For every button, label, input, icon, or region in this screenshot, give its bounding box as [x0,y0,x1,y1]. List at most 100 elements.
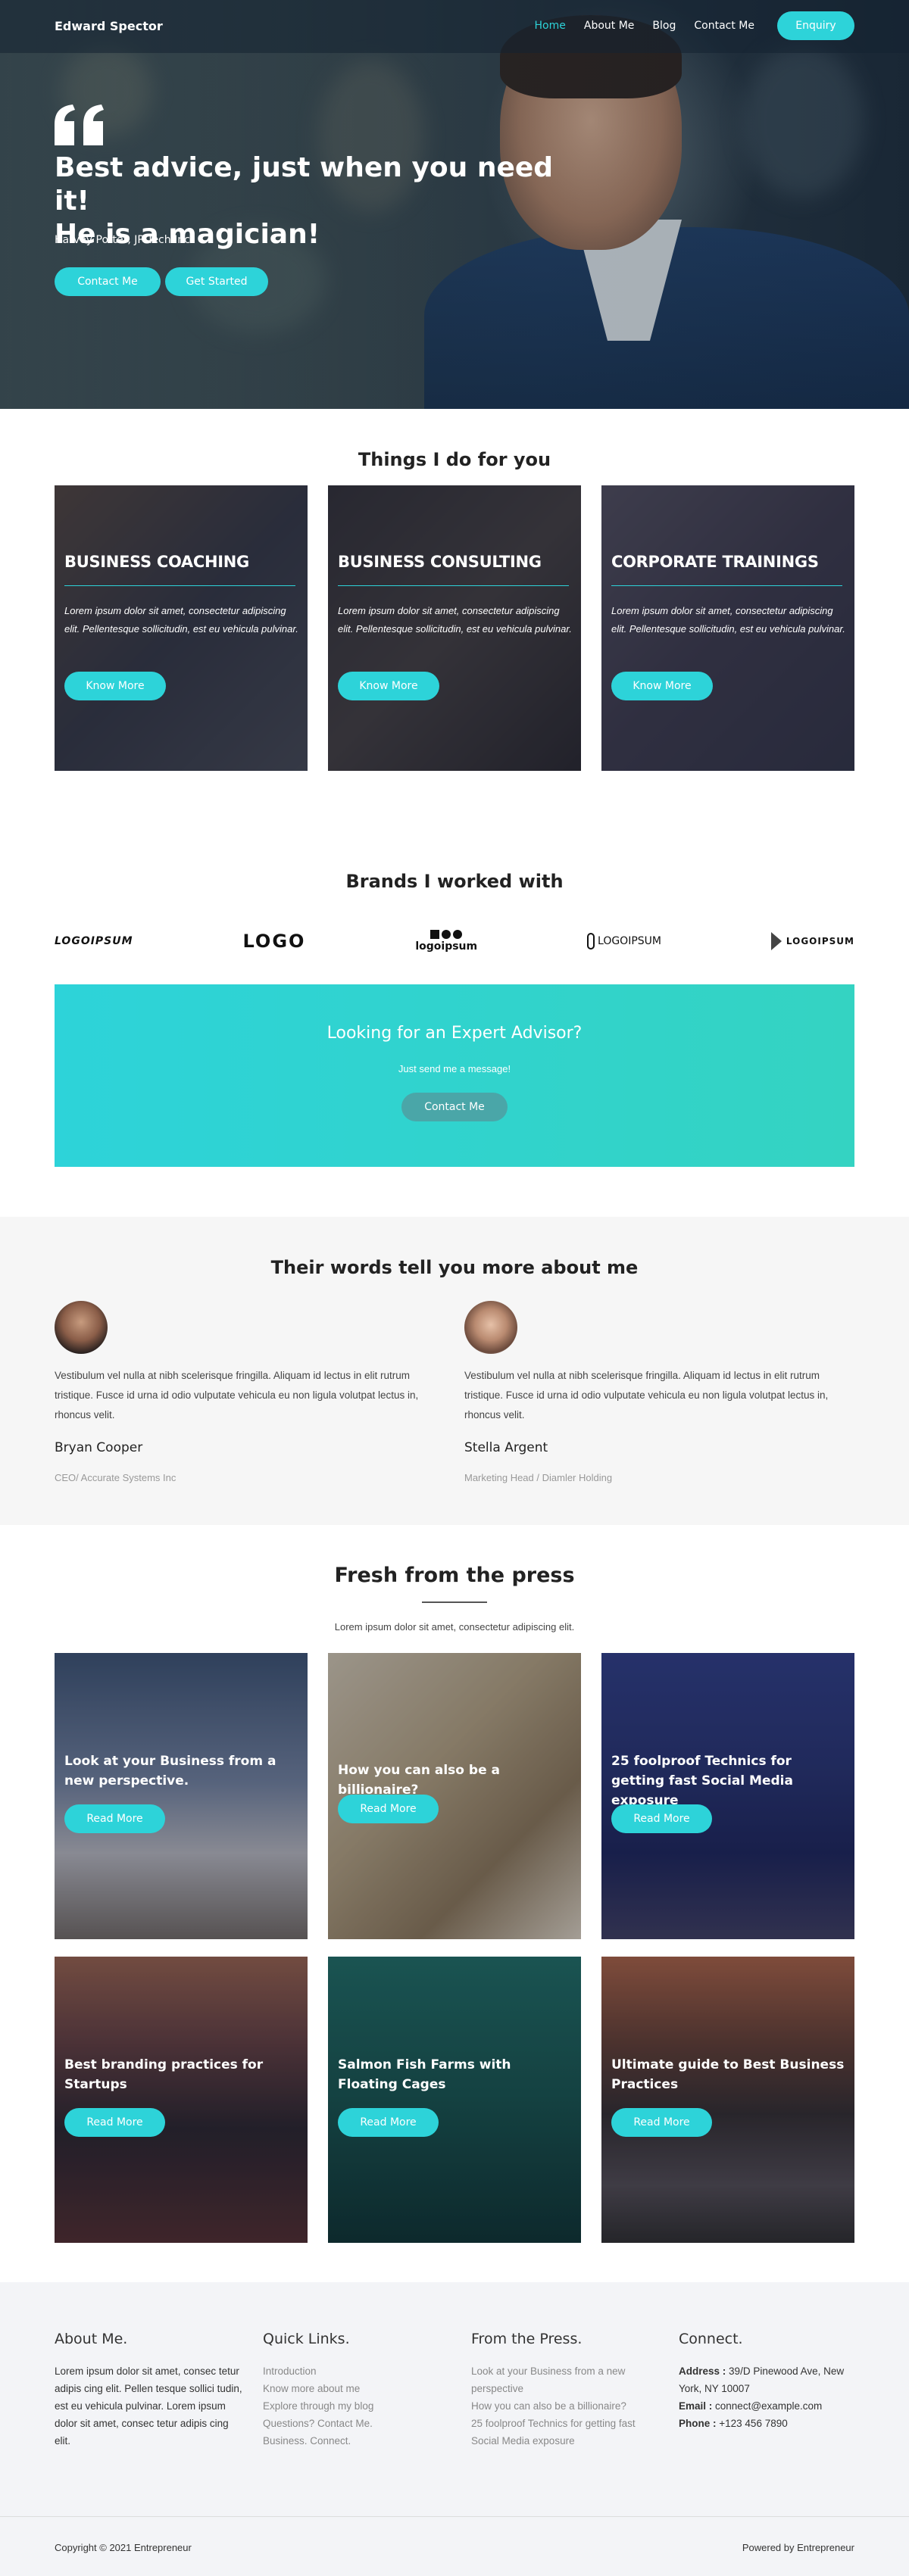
cta-banner: Looking for an Expert Advisor? Just send… [55,984,854,1167]
read-more-button[interactable]: Read More [338,2108,439,2137]
footer-press: From the Press. Look at your Business fr… [471,2331,657,2450]
blog-post-card[interactable]: Salmon Fish Farms with Floating Cages Re… [328,1957,581,2243]
post-title[interactable]: Look at your Business from a new perspec… [64,1751,299,1791]
hero-title-line1: Best advice, just when you need it! [55,152,554,217]
brand-logo: LOGOIPSUM [587,926,661,956]
footer-links-title: Quick Links. [263,2331,350,2347]
main-menu: Home About Me Blog Contact Me Enquiry [517,11,854,40]
footer-about: About Me. Lorem ipsum dolor sit amet, co… [55,2331,244,2450]
press-subtitle: Lorem ipsum dolor sit amet, consectetur … [334,1621,575,1633]
service-card-coaching: BUSINESS COACHING Lorem ipsum dolor sit … [55,485,308,771]
know-more-button[interactable]: Know More [338,672,439,700]
avatar [55,1301,108,1354]
service-title: BUSINESS CONSULTING [338,553,542,571]
brand-logo: LOGOIPSUM [55,935,133,947]
footer-link[interactable]: Introduction [263,2362,460,2380]
read-more-button[interactable]: Read More [611,2108,712,2137]
service-text: Lorem ipsum dolor sit amet, consectetur … [611,605,845,635]
footer-press-link[interactable]: How you can also be a billionaire? [471,2397,657,2415]
know-more-button[interactable]: Know More [64,672,166,700]
testimonials-title: Their words tell you more about me [270,1257,639,1278]
footer-press-title: From the Press. [471,2331,583,2347]
post-overlay [55,1957,308,2243]
copyright: Copyright © 2021 Entrepreneur [55,2542,192,2553]
service-divider [338,585,569,586]
post-title[interactable]: Ultimate guide to Best Business Practice… [611,2055,846,2094]
services-title: Things I do for you [358,449,551,470]
blog-post-card[interactable]: Best branding practices for Startups Rea… [55,1957,308,2243]
testimonial-role: CEO/ Accurate Systems Inc [55,1472,176,1483]
service-title: CORPORATE TRAININGS [611,553,819,571]
service-text: Lorem ipsum dolor sit amet, consectetur … [64,605,298,635]
footer-link[interactable]: Know more about me [263,2380,460,2397]
footer-connect-title: Connect. [679,2331,743,2347]
service-divider [64,585,295,586]
enquiry-button[interactable]: Enquiry [777,11,854,40]
read-more-button[interactable]: Read More [338,1795,439,1823]
brand-logo: LOGOIPSUM [770,926,854,956]
brands-title: Brands I worked with [345,871,564,892]
footer-email[interactable]: Email : connect@example.com [679,2397,861,2415]
footer-phone[interactable]: Phone : +123 456 7890 [679,2415,861,2432]
cta-subtitle: Just send me a message! [398,1063,511,1074]
service-divider [611,585,842,586]
press-title: Fresh from the press [334,1564,575,1587]
brand-logo-text: LOGOIPSUM [786,936,854,947]
blog-post-card[interactable]: Ultimate guide to Best Business Practice… [601,1957,854,2243]
testimonial-role: Marketing Head / Diamler Holding [464,1472,613,1483]
logo-mark-icon [587,933,595,950]
hero-contact-button[interactable]: Contact Me [55,267,161,296]
testimonial-name: Bryan Cooper [55,1440,143,1455]
blog-post-card[interactable]: How you can also be a billionaire? Read … [328,1653,581,1939]
post-title[interactable]: Salmon Fish Farms with Floating Cages [338,2055,573,2094]
cta-contact-button[interactable]: Contact Me [401,1093,508,1121]
footer-divider [0,2516,909,2517]
service-card-trainings: CORPORATE TRAININGS Lorem ipsum dolor si… [601,485,854,771]
testimonial-text: Vestibulum vel nulla at nibh scelerisque… [55,1370,419,1421]
hero-author: Harvey Potter, JP Tech Inc [55,234,190,246]
footer-connect: Connect. Address : 39/D Pinewood Ave, Ne… [679,2331,861,2432]
post-title[interactable]: 25 foolproof Technics for getting fast S… [611,1751,846,1810]
footer-link[interactable]: Explore through my blog [263,2397,460,2415]
top-navbar: Edward Spector Home About Me Blog Contac… [0,0,909,53]
read-more-button[interactable]: Read More [611,1804,712,1833]
footer-quick-links: Quick Links. Introduction Know more abou… [263,2331,460,2450]
post-overlay [328,1957,581,2243]
footer-press-link[interactable]: 25 foolproof Technics for getting fast S… [471,2415,657,2450]
brand-logo: logoipsum [415,926,477,956]
blog-post-card[interactable]: Look at your Business from a new perspec… [55,1653,308,1939]
footer-link[interactable]: Business. Connect. [263,2432,460,2450]
avatar [464,1301,517,1354]
hero-get-started-button[interactable]: Get Started [165,267,268,296]
footer-about-title: About Me. [55,2331,128,2347]
testimonial-card: Vestibulum vel nulla at nibh scelerisque… [55,1301,437,1483]
nav-about[interactable]: About Me [584,20,635,32]
testimonial-text: Vestibulum vel nulla at nibh scelerisque… [464,1370,829,1421]
testimonial-card: Vestibulum vel nulla at nibh scelerisque… [464,1301,847,1483]
brand-logos: LOGOIPSUM LOGO logoipsum LOGOIPSUM LOGOI… [55,922,854,960]
nav-blog[interactable]: Blog [652,20,676,32]
read-more-button[interactable]: Read More [64,1804,165,1833]
site-brand[interactable]: Edward Spector [55,19,163,33]
press-title-underline [422,1601,487,1603]
blog-post-card[interactable]: 25 foolproof Technics for getting fast S… [601,1653,854,1939]
logo-mark-icon [430,930,463,939]
footer-link[interactable]: Questions? Contact Me. [263,2415,460,2432]
hero-buttons: Contact Me Get Started [55,267,268,296]
powered-by: Powered by Entrepreneur [742,2542,854,2553]
post-title[interactable]: Best branding practices for Startups [64,2055,299,2094]
service-title: BUSINESS COACHING [64,553,249,571]
testimonial-name: Stella Argent [464,1440,548,1455]
nav-contact[interactable]: Contact Me [694,20,754,32]
brand-logo: LOGO [242,931,306,952]
post-overlay [601,1957,854,2243]
read-more-button[interactable]: Read More [64,2108,165,2137]
footer-press-link[interactable]: Look at your Business from a new perspec… [471,2362,657,2397]
nav-home[interactable]: Home [535,20,566,32]
service-card-consulting: BUSINESS CONSULTING Lorem ipsum dolor si… [328,485,581,771]
footer-address: Address : 39/D Pinewood Ave, New York, N… [679,2365,845,2394]
brand-logo-text: LOGOIPSUM [598,935,661,947]
logo-mark-icon [770,932,782,950]
know-more-button[interactable]: Know More [611,672,713,700]
brand-logo-text: logoipsum [415,940,478,953]
